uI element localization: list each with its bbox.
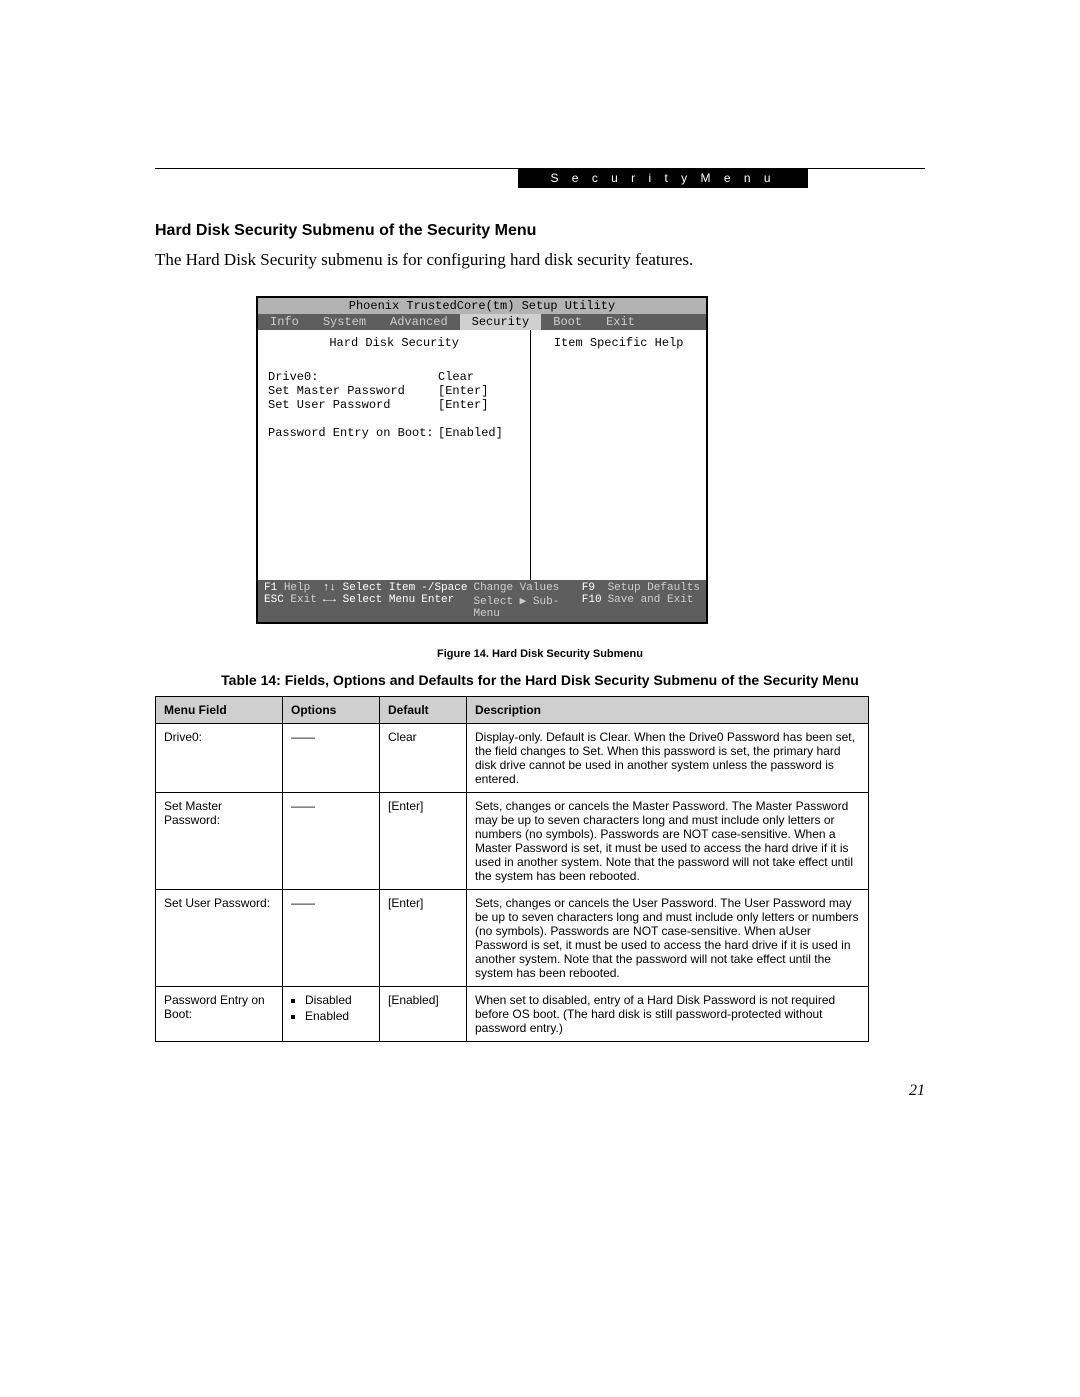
cell-description: Display-only. Default is Clear. When the…	[467, 724, 869, 793]
th-default: Default	[380, 697, 467, 724]
page-title: Hard Disk Security Submenu of the Securi…	[155, 222, 536, 240]
cell-default: [Enter]	[380, 793, 467, 890]
cell-default: [Enter]	[380, 890, 467, 987]
table-14: Menu Field Options Default Description D…	[155, 696, 869, 1042]
bios-left-title: Hard Disk Security	[268, 336, 520, 350]
bios-value: Clear	[438, 370, 474, 384]
table-row: Password Entry on Boot:DisabledEnabled[E…	[156, 987, 869, 1042]
key-change: -/Space	[421, 582, 467, 594]
cell-menu-field: Drive0:	[156, 724, 283, 793]
cell-description: Sets, changes or cancels the Master Pass…	[467, 793, 869, 890]
intro-text: The Hard Disk Security submenu is for co…	[155, 250, 693, 270]
th-menu-field: Menu Field	[156, 697, 283, 724]
key-setup-defaults: Setup Defaults	[608, 582, 700, 594]
bios-value: [Enter]	[438, 384, 488, 398]
cell-menu-field: Set User Password:	[156, 890, 283, 987]
cell-menu-field: Password Entry on Boot:	[156, 987, 283, 1042]
bios-label: Password Entry on Boot:	[268, 426, 438, 440]
key-save-exit: Save and Exit	[608, 594, 700, 620]
figure-caption: Figure 14. Hard Disk Security Submenu	[0, 648, 1080, 660]
table-row: Drive0:——ClearDisplay-only. Default is C…	[156, 724, 869, 793]
cell-options: ——	[283, 890, 380, 987]
bios-tab-advanced: Advanced	[378, 314, 460, 330]
key-f10: F10	[582, 594, 602, 606]
cell-default: [Enabled]	[380, 987, 467, 1042]
cell-description: When set to disabled, entry of a Hard Di…	[467, 987, 869, 1042]
bios-tab-exit: Exit	[594, 314, 647, 330]
bios-label: Set Master Password	[268, 384, 438, 398]
table-row: Set User Password:——[Enter]Sets, changes…	[156, 890, 869, 987]
key-help: Help	[284, 582, 310, 594]
bios-tab-boot: Boot	[541, 314, 594, 330]
table-row: Set Master Password:——[Enter]Sets, chang…	[156, 793, 869, 890]
bios-footer: F1 Help ↑↓ Select Item -/Space Change Va…	[258, 580, 706, 622]
bios-item-set-master: Set Master Password [Enter]	[268, 384, 520, 398]
key-exit: Exit	[290, 594, 316, 606]
bios-tab-info: Info	[258, 314, 311, 330]
key-enter: Enter	[421, 594, 467, 620]
table-header-row: Menu Field Options Default Description	[156, 697, 869, 724]
bios-item-drive0: Drive0: Clear	[268, 370, 520, 384]
cell-description: Sets, changes or cancels the User Passwo…	[467, 890, 869, 987]
table-title: Table 14: Fields, Options and Defaults f…	[0, 672, 1080, 688]
cell-options: DisabledEnabled	[283, 987, 380, 1042]
bios-item-set-user: Set User Password [Enter]	[268, 398, 520, 412]
key-select-item: ↑↓ Select Item	[323, 582, 415, 594]
key-change-label: Change Values	[473, 582, 575, 594]
key-submenu: Select ▶ Sub-Menu	[473, 594, 575, 620]
key-f9: F9	[582, 582, 595, 594]
th-options: Options	[283, 697, 380, 724]
bios-item-pwd-entry: Password Entry on Boot: [Enabled]	[268, 426, 520, 440]
bios-tab-system: System	[311, 314, 378, 330]
th-description: Description	[467, 697, 869, 724]
key-esc: ESC	[264, 594, 284, 606]
cell-default: Clear	[380, 724, 467, 793]
bios-tabs: InfoSystemAdvancedSecurityBootExit	[258, 314, 706, 330]
cell-options: ——	[283, 724, 380, 793]
section-chip: S e c u r i t y M e n u	[518, 168, 808, 188]
bios-right-title: Item Specific Help	[541, 336, 696, 350]
cell-options: ——	[283, 793, 380, 890]
bios-tab-security: Security	[460, 314, 542, 330]
bios-value: [Enter]	[438, 398, 488, 412]
bios-label: Set User Password	[268, 398, 438, 412]
bios-label: Drive0:	[268, 370, 438, 384]
bios-screenshot: Phoenix TrustedCore(tm) Setup Utility In…	[256, 296, 708, 624]
page-number: 21	[909, 1082, 925, 1100]
bios-value: [Enabled]	[438, 426, 503, 440]
key-f1: F1	[264, 582, 277, 594]
key-select-menu: ←→ Select Menu	[323, 594, 415, 620]
bios-title: Phoenix TrustedCore(tm) Setup Utility	[258, 298, 706, 314]
cell-menu-field: Set Master Password:	[156, 793, 283, 890]
